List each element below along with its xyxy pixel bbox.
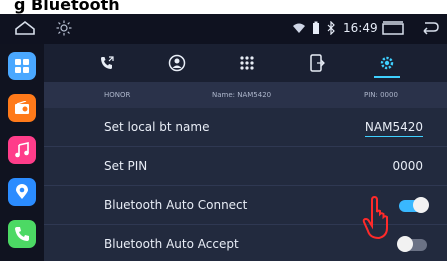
device-name: HONOR (104, 91, 131, 99)
tab-phone-transfer[interactable] (298, 48, 336, 78)
toggle-knob (413, 197, 429, 213)
device-info-bar: HONOR Name: NAM5420 PIN: 0000 (44, 82, 447, 108)
setting-label: Bluetooth Auto Connect (104, 198, 248, 212)
navigation-icon[interactable] (8, 178, 36, 206)
app-grid-icon[interactable] (8, 52, 36, 80)
pin-value[interactable]: 0000 (392, 159, 423, 173)
setting-label: Bluetooth Auto Accept (104, 237, 239, 251)
setting-label: Set local bt name (104, 120, 210, 134)
auto-accept-toggle[interactable] (397, 236, 427, 252)
tab-call-log[interactable] (88, 48, 126, 78)
contacts-icon (168, 54, 186, 72)
pin-info: PIN: 0000 (364, 91, 398, 99)
dialpad-icon (240, 56, 254, 70)
tab-dialpad[interactable] (228, 48, 266, 78)
radio-icon[interactable] (8, 94, 36, 122)
call-log-icon (101, 56, 114, 69)
clock: 16:49 (343, 21, 378, 35)
bt-name-value[interactable]: NAM5420 (364, 120, 423, 137)
phone-transfer-icon (310, 54, 325, 72)
tab-settings[interactable] (368, 48, 406, 78)
tap-hand-icon (362, 196, 388, 240)
status-bar: 16:49 (0, 14, 447, 44)
window-icon[interactable] (382, 21, 404, 35)
setting-local-bt-name[interactable]: Set local bt name NAM5420 (44, 108, 447, 147)
setting-label: Set PIN (104, 159, 148, 173)
tab-contacts[interactable] (158, 48, 196, 78)
setting-pin[interactable]: Set PIN 0000 (44, 147, 447, 186)
wifi-icon (293, 23, 305, 33)
phone-icon[interactable] (8, 220, 36, 248)
home-icon[interactable] (14, 20, 36, 36)
settings-icon (380, 56, 394, 70)
local-name-info: Name: NAM5420 (212, 91, 272, 99)
brightness-icon[interactable] (56, 20, 72, 36)
music-icon[interactable] (8, 136, 36, 164)
app-sidebar (0, 44, 44, 261)
auto-connect-toggle[interactable] (399, 197, 429, 213)
back-icon[interactable] (420, 20, 440, 36)
toggle-knob (397, 236, 413, 252)
battery-icon (313, 21, 319, 34)
page-caption: g Bluetooth (0, 0, 447, 14)
bluetooth-tab-bar (44, 44, 447, 82)
bluetooth-icon (327, 21, 335, 35)
